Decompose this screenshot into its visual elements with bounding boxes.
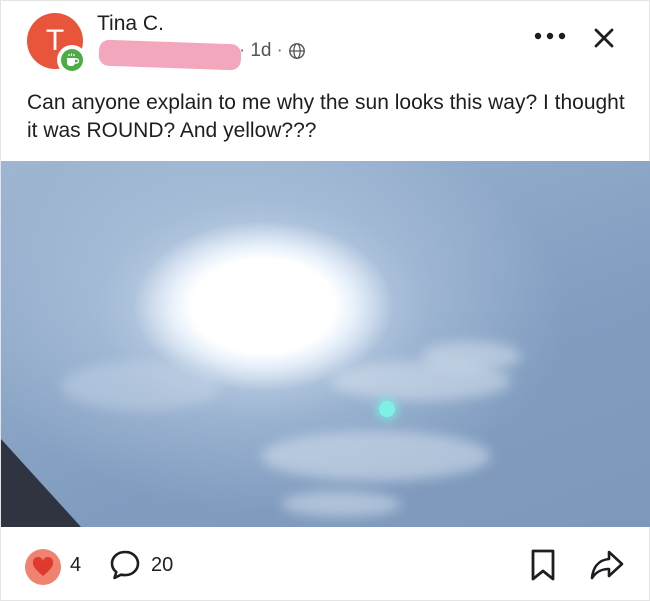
- reaction-count[interactable]: 4: [70, 554, 81, 577]
- more-dots-icon[interactable]: [533, 27, 573, 43]
- heart-reaction-button[interactable]: [25, 549, 61, 585]
- heart-icon: [32, 557, 54, 576]
- cloud: [421, 341, 521, 371]
- post-photo[interactable]: [1, 161, 650, 527]
- roof-corner: [1, 439, 81, 527]
- post-meta: · 1d ·: [239, 40, 306, 62]
- globe-icon: [288, 43, 305, 59]
- close-icon[interactable]: [589, 23, 619, 53]
- group-badge: [57, 45, 87, 75]
- post-card: T Tina C. · 1d · Can anyone explain to m…: [0, 0, 650, 601]
- bookmark-icon[interactable]: [529, 548, 557, 582]
- coffee-cup-icon: [67, 53, 80, 66]
- lens-flare: [379, 401, 395, 417]
- author-name[interactable]: Tina C.: [97, 12, 164, 36]
- post-age[interactable]: 1d: [250, 40, 271, 62]
- cloud: [281, 491, 401, 517]
- comment-count[interactable]: 20: [151, 554, 173, 577]
- redacted-group-name: [98, 39, 242, 71]
- cloud: [261, 431, 491, 481]
- share-arrow-icon[interactable]: [589, 548, 625, 582]
- more-dots-glyph: [534, 32, 566, 40]
- comment-bubble-icon[interactable]: [108, 548, 142, 582]
- post-text: Can anyone explain to me why the sun loo…: [27, 91, 625, 142]
- meta-separator: ·: [239, 40, 246, 61]
- meta-separator-2: ·: [276, 40, 283, 61]
